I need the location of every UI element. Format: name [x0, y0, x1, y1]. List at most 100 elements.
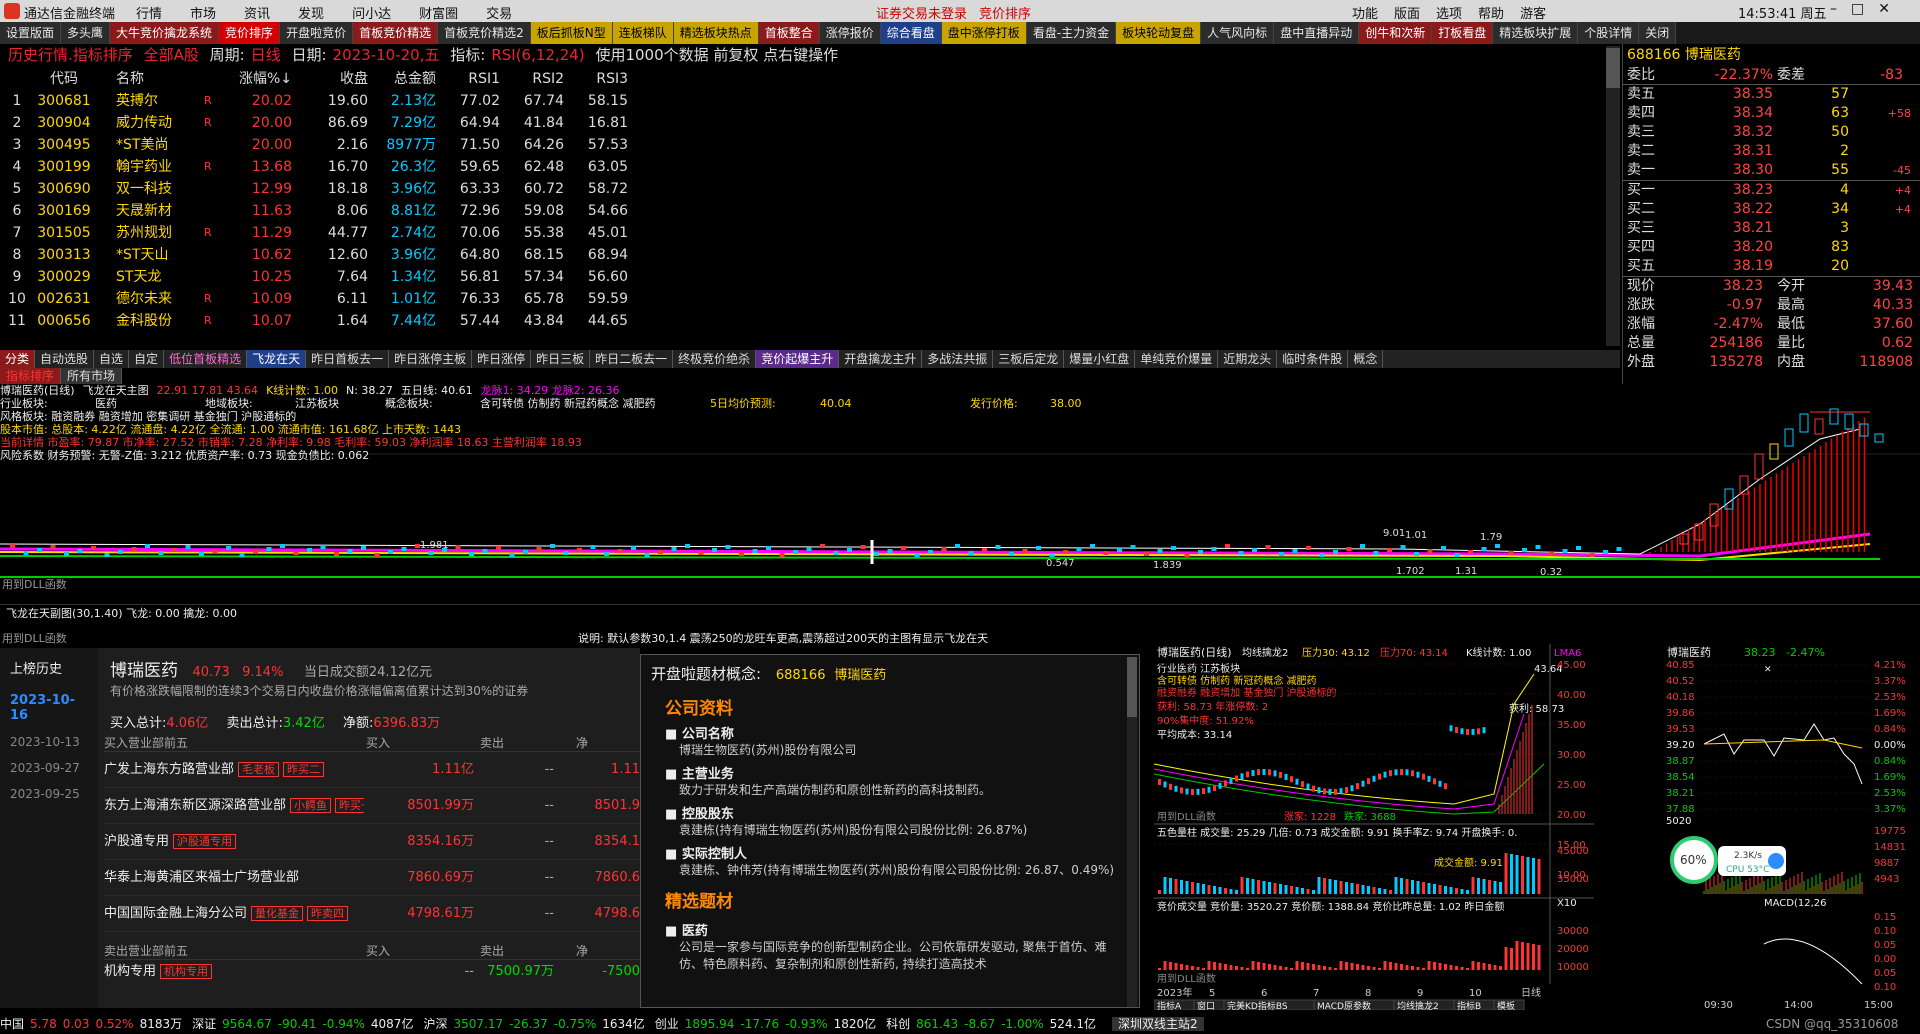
layout-tab[interactable]: 板块轮动复盘	[1116, 22, 1202, 44]
layout-tab[interactable]: 精选板块扩展	[1493, 22, 1579, 44]
index-ticker[interactable]: 沪深 3507.17 -26.37 -0.75% 1634亿	[423, 1017, 644, 1031]
indicator-value[interactable]: RSI(6,12,24)	[491, 46, 584, 64]
strategy-tab[interactable]: 昨日三板	[531, 350, 591, 368]
table-row[interactable]: 4 300199 翰宇药业 R 13.68 16.70 26.3亿 59.65 62.48 63.…	[0, 156, 640, 178]
layout-tab[interactable]: 看盘-主力资金	[1026, 22, 1117, 44]
table-row[interactable]: 1 300681 英搏尔 R 20.02 19.60 2.13亿 77.02 67.74 58.1…	[0, 90, 640, 112]
strategy-tab[interactable]: 昨日二板去一	[590, 350, 674, 368]
layout-tab[interactable]: 连板梯队	[612, 22, 674, 44]
layout-tab[interactable]: 人气风向标	[1201, 22, 1275, 44]
layout-tab[interactable]: 盘中涨停打板	[941, 22, 1027, 44]
table-row[interactable]: 10 002631 德尔未来 R 10.09 6.11 1.01亿 76.33 65.78 59.…	[0, 288, 640, 310]
table-row[interactable]: 9 300029 ST天龙 10.25 7.64 1.34亿 56.81 57.34 56.60	[0, 266, 640, 288]
table-row[interactable]: 5 300690 双一科技 12.99 18.18 3.96亿 63.33 60.72 58.7…	[0, 178, 640, 200]
intraday-panel[interactable]: 博瑞医药 38.23 -2.47% ✕ 40.85 4.21% 40.52 3.37% 40.1…	[1664, 644, 1920, 1010]
strategy-tab[interactable]: 分类	[0, 350, 36, 368]
menu-help[interactable]: 帮助	[1478, 3, 1504, 22]
lhb-row[interactable]: 东方上海浦东新区源深路营业部小鳄鱼昨买一 8501.99万 -- 8501.9	[104, 788, 640, 824]
strategy-tab[interactable]: 三板后定龙	[993, 350, 1065, 368]
layout-tab[interactable]: 多头鹰	[61, 22, 111, 44]
history-date-4[interactable]: 2023-09-25	[0, 781, 98, 807]
concept-scrollbar[interactable]	[1127, 657, 1137, 1007]
server-station[interactable]: 深圳双线主站2	[1112, 1017, 1204, 1031]
layout-tab[interactable]: 精选板块热点	[673, 22, 759, 44]
layout-tab[interactable]: 板后抓板N型	[530, 22, 613, 44]
layout-tab[interactable]: 关闭	[1639, 22, 1677, 44]
tab-indicator-sort[interactable]: 指标排序	[0, 368, 62, 384]
index-ticker[interactable]: 深证 9564.67 -90.41 -0.94% 4087亿	[192, 1017, 413, 1031]
history-date-1[interactable]: 2023-10-16	[0, 687, 98, 729]
strategy-tab[interactable]: 低位首板精选	[164, 350, 248, 368]
strategy-tab[interactable]: 昨日涨停	[472, 350, 532, 368]
minimize-icon[interactable]: –	[1830, 1, 1837, 17]
layout-tab[interactable]: 涨停报价	[819, 22, 881, 44]
strategy-tab[interactable]: 飞龙在天	[247, 350, 307, 368]
menu-quotes[interactable]: 行情	[136, 3, 162, 22]
col-close[interactable]: 收盘	[292, 68, 368, 90]
strategy-tab[interactable]: 自动选股	[35, 350, 95, 368]
menu-market[interactable]: 市场	[190, 3, 216, 22]
col-name[interactable]: 名称	[94, 68, 204, 90]
menu-guest[interactable]: 游客	[1520, 3, 1546, 22]
index-ticker[interactable]: 中国 5.78 0.03 0.52% 8183万	[0, 1017, 182, 1031]
menu-news[interactable]: 资讯	[244, 3, 270, 22]
menu-ask[interactable]: 问小达	[352, 3, 391, 22]
col-rsi1[interactable]: RSI1	[436, 68, 500, 90]
table-row[interactable]: 11 000656 金科股份 R 10.07 1.64 7.44亿 57.44 43.84 44.…	[0, 310, 640, 332]
layout-tab[interactable]: 打板看盘	[1432, 22, 1494, 44]
date-value[interactable]: 2023-10-20,五	[333, 46, 440, 64]
table-scrollbar[interactable]	[1606, 46, 1620, 346]
strategy-tab[interactable]: 自定	[129, 350, 165, 368]
col-rsi2[interactable]: RSI2	[500, 68, 564, 90]
strategy-tab[interactable]: 爆量小红盘	[1064, 350, 1136, 368]
layout-tab[interactable]: 首板竞价精选2	[438, 22, 531, 44]
layout-tab[interactable]: 首板竞价精选	[353, 22, 439, 44]
chart-indicator[interactable]: 飞龙在天主图	[83, 384, 149, 397]
menu-function[interactable]: 功能	[1352, 3, 1378, 22]
lhb-sell-row[interactable]: 机构专用 机构专用 -- 7500.97万 -7500	[104, 960, 640, 984]
tab-all-market[interactable]: 所有市场	[61, 368, 123, 384]
kline-panel[interactable]: 博瑞医药(日线) 均线擒龙2 压力30: 43.12 压力70: 43.14 K线计数:…	[1154, 644, 1594, 1010]
col-amount[interactable]: 总金额	[368, 68, 436, 90]
strategy-tab[interactable]: 临时条件股	[1277, 350, 1349, 368]
col-code[interactable]: 代码	[34, 68, 94, 90]
lhb-row[interactable]: 沪股通专用 沪股通专用 8354.16万 -- 8354.1	[104, 824, 640, 860]
strategy-tab[interactable]: 昨日首板去一	[306, 350, 390, 368]
layout-tab[interactable]: 大牛竞价擒龙系统	[110, 22, 220, 44]
strategy-tab[interactable]: 终极竞价绝杀	[673, 350, 757, 368]
table-row[interactable]: 6 300169 天晟新材 11.63 8.06 8.81亿 72.96 59.08 54.66	[0, 200, 640, 222]
maximize-icon[interactable]: □	[1851, 1, 1864, 17]
menu-wealth[interactable]: 财富圈	[419, 3, 458, 22]
col-rsi3[interactable]: RSI3	[564, 68, 628, 90]
history-date-2[interactable]: 2023-10-13	[0, 729, 98, 755]
lhb-row[interactable]: 广发上海东方路营业部 毛老板 昨买二 1.11亿 -- 1.11	[104, 752, 640, 788]
period-value[interactable]: 日线	[251, 46, 281, 64]
layout-tab[interactable]: 盘中直播异动	[1274, 22, 1360, 44]
login-status[interactable]: 证券交易未登录	[876, 3, 967, 22]
market-select[interactable]: 全部A股	[144, 46, 199, 64]
table-row[interactable]: 3 300495 *ST美尚 20.00 2.16 8977万 71.50 64.26 57.5…	[0, 134, 640, 156]
layout-tab[interactable]: 综合看盘	[880, 22, 942, 44]
lhb-row[interactable]: 华泰上海黄浦区来福士广场营业部 7860.69万 -- 7860.6	[104, 860, 640, 896]
strategy-tab[interactable]: 近期龙头	[1218, 350, 1278, 368]
index-ticker[interactable]: 科创 861.43 -8.67 -1.00% 524.1亿	[886, 1017, 1096, 1031]
close-icon[interactable]: ✕	[1878, 1, 1890, 17]
menu-layout[interactable]: 版面	[1394, 3, 1420, 22]
lhb-row[interactable]: 中国国际金融上海分公司 量化基金 昨卖四 4798.61万 -- 4798.6	[104, 896, 640, 932]
strategy-tab[interactable]: 开盘擒龙主升	[839, 350, 923, 368]
strategy-tab[interactable]: 概念	[1348, 350, 1384, 368]
layout-tab[interactable]: 竞价排序	[219, 22, 281, 44]
menu-discover[interactable]: 发现	[298, 3, 324, 22]
table-row[interactable]: 8 300313 *ST天山 10.62 12.60 3.96亿 64.80 68.15 68.…	[0, 244, 640, 266]
menu-trade[interactable]: 交易	[486, 3, 512, 22]
table-row[interactable]: 7 301505 苏州规划 R 11.29 44.77 2.74亿 70.06 55.38 45.…	[0, 222, 640, 244]
strategy-tab[interactable]: 单纯竞价爆量	[1135, 350, 1219, 368]
menu-options[interactable]: 选项	[1436, 3, 1462, 22]
strategy-tab[interactable]: 自选	[94, 350, 130, 368]
col-change[interactable]: 涨幅%↓	[226, 68, 292, 90]
strategy-tab[interactable]: 竞价起爆主升	[756, 350, 840, 368]
index-ticker[interactable]: 创业 1895.94 -17.76 -0.93% 1820亿	[655, 1017, 876, 1031]
layout-tab[interactable]: 创牛和次新	[1359, 22, 1433, 44]
layout-tab[interactable]: 开盘啦竞价	[280, 22, 354, 44]
strategy-tab[interactable]: 昨日涨停主板	[389, 350, 473, 368]
